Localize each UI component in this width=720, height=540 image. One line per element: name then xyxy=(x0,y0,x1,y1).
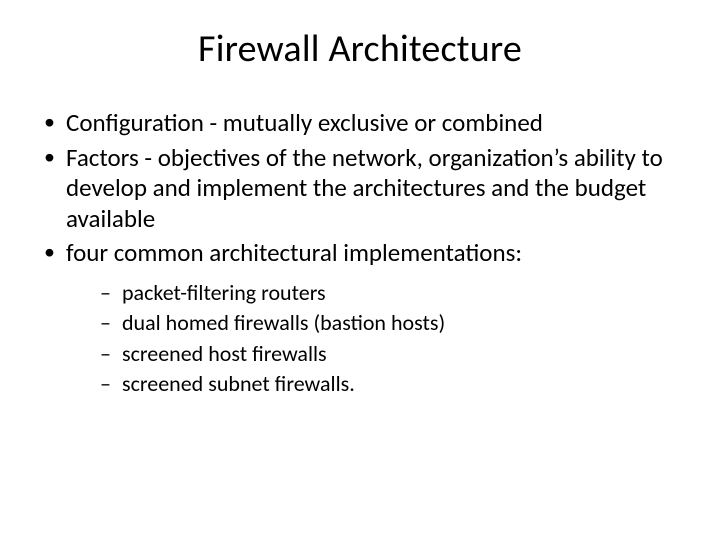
list-item: screened host firewalls xyxy=(100,340,684,369)
list-item: four common architectural implementation… xyxy=(36,238,684,399)
list-item: Configuration - mutually exclusive or co… xyxy=(36,108,684,139)
list-item: Factors - objectives of the network, org… xyxy=(36,143,684,235)
list-item: packet-filtering routers xyxy=(100,279,684,308)
list-item-text: four common architectural implementation… xyxy=(66,237,522,268)
sub-bullet-list: packet-filtering routers dual homed fire… xyxy=(66,279,684,399)
slide: Firewall Architecture Configuration - mu… xyxy=(0,0,720,540)
list-item: screened subnet firewalls. xyxy=(100,370,684,399)
bullet-list: Configuration - mutually exclusive or co… xyxy=(30,108,690,399)
list-item: dual homed firewalls (bastion hosts) xyxy=(100,309,684,338)
slide-title: Firewall Architecture xyxy=(30,26,690,72)
